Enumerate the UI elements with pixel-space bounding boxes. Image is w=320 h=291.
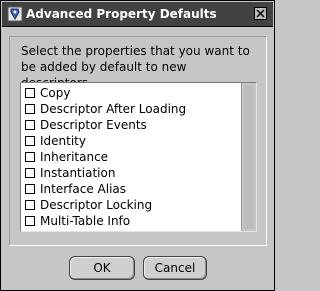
copy-checkbox[interactable] bbox=[25, 88, 35, 98]
vertical-scrollbar[interactable] bbox=[241, 83, 256, 231]
cancel-button[interactable]: Cancel bbox=[143, 256, 207, 280]
properties-list[interactable]: Copy Descriptor After Loading Descriptor… bbox=[20, 82, 257, 232]
identity-checkbox[interactable] bbox=[25, 136, 35, 146]
list-item-label: Inheritance bbox=[40, 150, 109, 164]
descriptor-after-loading-checkbox[interactable] bbox=[25, 104, 35, 114]
descriptor-locking-checkbox[interactable] bbox=[25, 200, 35, 210]
list-item-label: Descriptor Locking bbox=[40, 198, 153, 212]
inheritance-checkbox[interactable] bbox=[25, 152, 35, 162]
descriptor-events-checkbox[interactable] bbox=[25, 120, 35, 130]
title-bar[interactable]: Advanced Property Defaults bbox=[2, 2, 273, 27]
list-item-label: Interface Alias bbox=[40, 182, 127, 196]
list-item-label: Copy bbox=[40, 86, 71, 100]
close-button[interactable] bbox=[254, 7, 267, 20]
list-item-label: Descriptor After Loading bbox=[40, 102, 187, 116]
window-title: Advanced Property Defaults bbox=[26, 7, 217, 21]
list-item-label: Descriptor Events bbox=[40, 118, 147, 132]
list-item-descriptor-locking[interactable]: Descriptor Locking bbox=[25, 197, 235, 213]
list-item-inheritance[interactable]: Inheritance bbox=[25, 149, 235, 165]
instantiation-checkbox[interactable] bbox=[25, 168, 35, 178]
close-icon bbox=[256, 9, 265, 18]
list-item-label: Identity bbox=[40, 134, 86, 148]
list-item-copy[interactable]: Copy bbox=[25, 85, 235, 101]
dialog-window: Advanced Property Defaults Select the pr… bbox=[0, 0, 275, 291]
list-item-descriptor-events[interactable]: Descriptor Events bbox=[25, 117, 235, 133]
ok-button[interactable]: OK bbox=[69, 256, 135, 280]
interface-alias-checkbox[interactable] bbox=[25, 184, 35, 194]
list-item-descriptor-after-loading[interactable]: Descriptor After Loading bbox=[25, 101, 235, 117]
multi-table-info-checkbox[interactable] bbox=[25, 216, 35, 226]
list-item-instantiation[interactable]: Instantiation bbox=[25, 165, 235, 181]
list-item-multi-table-info[interactable]: Multi-Table Info bbox=[25, 213, 235, 229]
app-icon bbox=[7, 6, 23, 22]
list-item-interface-alias[interactable]: Interface Alias bbox=[25, 181, 235, 197]
list-item-label: Instantiation bbox=[40, 166, 116, 180]
list-item-identity[interactable]: Identity bbox=[25, 133, 235, 149]
scrollbar-track[interactable] bbox=[244, 85, 254, 229]
list-item-label: Multi-Table Info bbox=[40, 214, 131, 228]
